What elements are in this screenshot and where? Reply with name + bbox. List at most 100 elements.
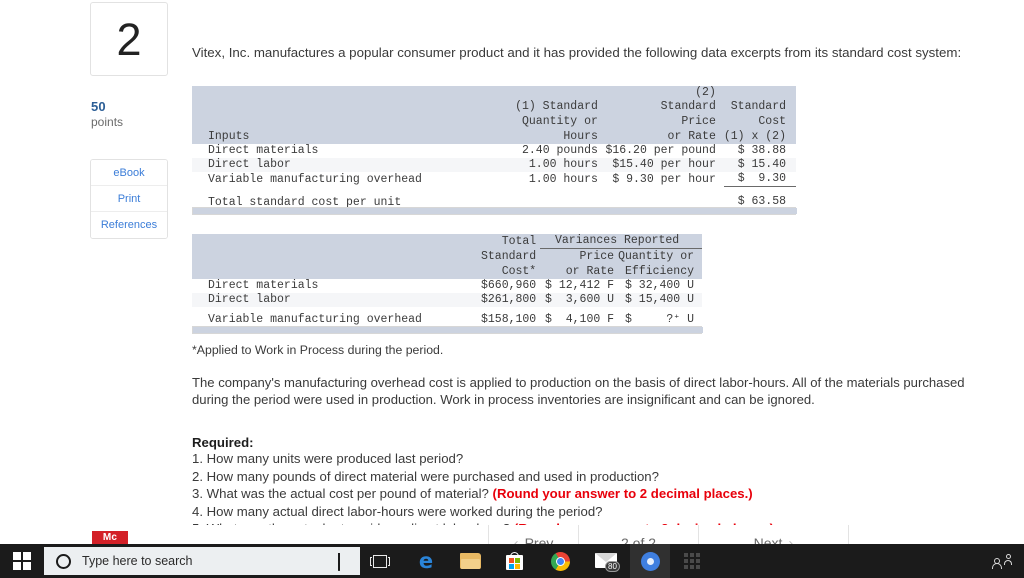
sc-r1-price: $15.40 per hour [603,158,724,172]
vr-r2-input: Variable manufacturing overhead [192,313,463,327]
overhead-paragraph-line1: The company's manufacturing overhead cos… [192,375,965,390]
overhead-paragraph-line2: during the period were used in productio… [192,392,815,407]
sc-h3-col1: Inputs [192,129,487,144]
points-value: 50 [91,99,106,114]
table-header-row: (1) Standard Standard Standard [192,99,796,114]
vr-h3-col2: Cost* [462,264,541,279]
required-item-2-text: 2. How many pounds of direct material we… [192,468,659,484]
vr-r1-qty: $ 15,400 U [618,293,702,307]
vr-r1-input: Direct labor [192,293,463,307]
sc-h2-col2: Quantity or [486,114,604,129]
question-rail: 2 50 points eBook Print References [0,0,190,525]
vr-h3-col4: Efficiency [618,264,702,279]
sc-h3-col3: or Rate [603,129,724,144]
task-view-glyph [370,554,390,568]
required-item-2: 2. How many pounds of direct material we… [192,468,1024,486]
sc-r2-price: $ 9.30 per hour [603,172,724,187]
grid-dots-glyph [684,553,700,569]
question-content: Vitex, Inc. manufactures a popular consu… [190,0,1024,536]
vr-r1-tsc: $261,800 [462,293,541,307]
vr-r0-price: $ 12,412 F [540,279,619,293]
sc-r1-cost: $ 15.40 [723,158,796,172]
table-header-row: Inputs Hours or Rate (1) x (2) [192,129,796,144]
vr-group-header: Variances Reported [540,234,702,249]
sc-h2-col3: Price [603,114,724,129]
microphone-icon[interactable] [338,553,346,571]
required-item-4: 4. How many actual direct labor-hours we… [192,503,1024,521]
table-row: Direct materials 2.40 pounds $16.20 per … [192,144,796,158]
question-number: 2 [116,13,142,65]
sc-r0-cost: $ 38.88 [723,144,796,158]
table-row: Variable manufacturing overhead $158,100… [192,313,702,327]
vr-r2-tsc: $158,100 [462,313,541,327]
windows-logo-icon [13,552,31,570]
vr-h2-col3: Price [540,248,619,264]
table-header-row: Total Variances Reported [192,234,702,249]
points-label: points [91,115,124,129]
chrome-glyph [550,551,570,571]
required-section: Required: 1. How many units were produce… [192,435,1024,538]
sc-r0-price: $16.20 per pound [603,144,724,158]
sc-r0-qty: 2.40 pounds [486,144,604,158]
table-header-row: Standard Price Quantity or [192,248,702,264]
print-button[interactable]: Print [91,186,167,212]
microsoft-store-icon[interactable] [494,544,534,578]
points-block: 50 points [91,99,123,129]
folder-glyph [459,553,481,569]
standard-cost-table-wrapper: (2) (1) Standard Standard Standard Quant… [192,86,796,213]
standard-cost-table-hscrollbar[interactable] [192,207,797,215]
sc-r2-input: Variable manufacturing overhead [192,172,487,187]
file-explorer-icon[interactable] [450,544,490,578]
variance-table: Total Variances Reported Standard Price … [192,234,702,327]
ebook-button[interactable]: eBook [91,160,167,186]
required-item-3-text: 3. What was the actual cost per pound of… [192,486,493,501]
cortana-circle-icon [56,553,71,569]
standard-cost-table-hscroll-thumb[interactable] [193,208,797,214]
people-tray-icon[interactable] [992,553,1012,569]
app-grid-icon[interactable] [672,544,712,578]
overhead-paragraph: The company's manufacturing overhead cos… [192,374,1024,408]
vr-h2-col2: Standard [462,248,541,264]
table-footnote: *Applied to Work in Process during the p… [192,343,444,357]
required-item-3-note: (Round your answer to 2 decimal places.) [492,486,753,501]
table-row: Direct materials $660,960 $ 12,412 F $ 3… [192,279,702,293]
variance-table-hscrollbar[interactable] [192,326,703,334]
sc-h3-col2: Hours [486,129,604,144]
edge-icon[interactable]: e [406,544,446,578]
variance-table-wrapper: Total Variances Reported Standard Price … [192,234,702,327]
standard-cost-table: (2) (1) Standard Standard Standard Quant… [192,86,796,213]
table-row: Direct labor 1.00 hours $15.40 per hour … [192,158,796,172]
chrome-icon[interactable] [540,544,580,578]
sc-h0-col3: (2) [603,86,724,99]
mail-unread-badge: 80 [605,561,620,572]
vr-r1-price: $ 3,600 U [540,293,619,307]
start-button[interactable] [0,544,44,578]
search-input[interactable]: Type here to search [44,547,360,575]
sc-r1-qty: 1.00 hours [486,158,604,172]
mail-icon[interactable]: 80 [586,544,626,578]
table-header-row: Cost* or Rate Efficiency [192,264,702,279]
table-spacer-row [192,186,796,194]
sc-r2-cost: $ 9.30 [723,172,796,187]
mail-glyph: 80 [595,553,620,572]
vr-r0-tsc: $660,960 [462,279,541,293]
sc-r0-input: Direct materials [192,144,487,158]
windows-taskbar: Type here to search e 80 [0,544,1024,578]
task-view-icon[interactable] [360,544,400,578]
vr-r2-price: $ 4,100 F [540,313,619,327]
sc-h3-col4: (1) x (2) [723,129,796,144]
variance-table-hscroll-thumb[interactable] [193,327,703,333]
table-row: Direct labor $261,800 $ 3,600 U $ 15,400… [192,293,702,307]
sc-r1-input: Direct labor [192,158,487,172]
screen-root: 2 50 points eBook Print References Vitex… [0,0,1024,578]
required-item-1: 1. How many units were produced last per… [192,450,1024,468]
table-header-row: (2) [192,86,796,99]
vr-h2-col4: Quantity or [618,248,702,264]
search-placeholder: Type here to search [82,554,193,568]
references-button[interactable]: References [91,212,167,238]
chrome-app-icon[interactable] [630,544,670,578]
required-title: Required: [192,435,254,450]
sc-h1-col3: Standard [603,99,724,114]
store-bag-glyph [505,552,523,570]
edge-glyph: e [418,548,434,573]
